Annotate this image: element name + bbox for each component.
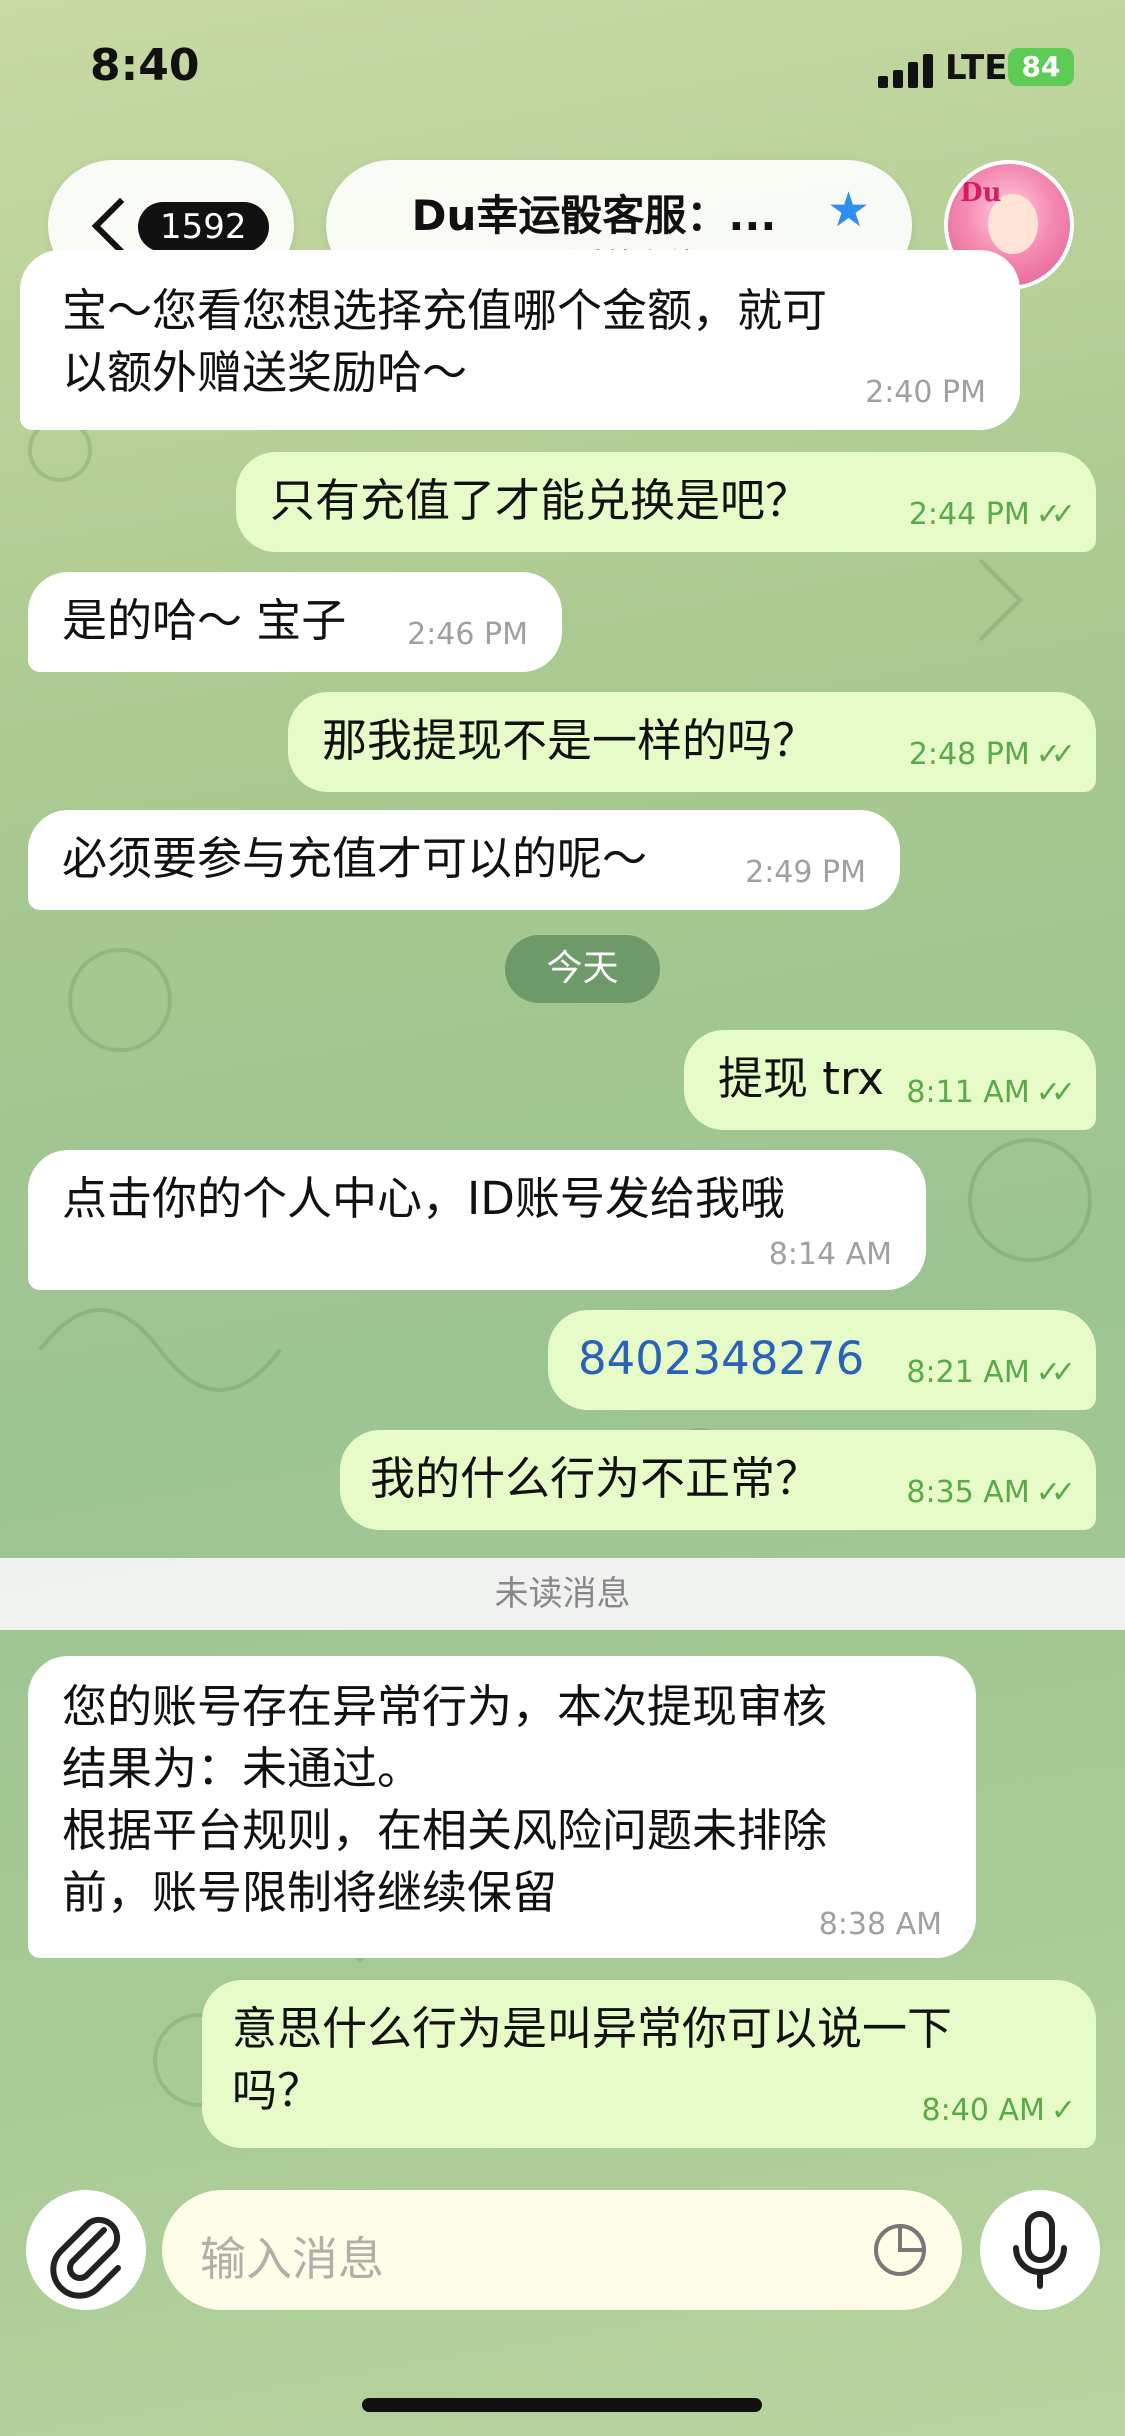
- message-text: 宝～您看您想选择充值哪个金额，就可 以额外赠送奖励哈～: [62, 284, 828, 399]
- voice-record-button[interactable]: [980, 2190, 1100, 2310]
- message-time: 2:40 PM: [865, 375, 986, 410]
- message-text: 提现 trx: [718, 1052, 884, 1105]
- status-bar: 8:40 LTE 84: [0, 0, 1125, 135]
- message-incoming[interactable]: 宝～您看您想选择充值哪个金额，就可 以额外赠送奖励哈～ 2:40 PM: [20, 250, 1020, 430]
- sticker-icon[interactable]: [872, 2222, 928, 2278]
- message-time: 2:44 PM ✓✓: [908, 497, 1076, 532]
- message-text: 是的哈～ 宝子: [62, 594, 347, 647]
- home-indicator: [362, 2398, 762, 2412]
- read-checks-icon: ✓✓: [1035, 737, 1076, 772]
- avatar-logo: Du: [960, 178, 1002, 208]
- message-time: 8:35 AM ✓✓: [906, 1475, 1076, 1510]
- message-text: 我的什么行为不正常？: [370, 1452, 821, 1505]
- day-divider: 今天: [505, 935, 660, 1003]
- message-input-placeholder: 输入消息: [200, 2232, 384, 2286]
- message-time: 2:49 PM: [745, 855, 866, 890]
- network-label: LTE: [945, 48, 1008, 88]
- microphone-icon: [1013, 2211, 1067, 2289]
- message-text: 您的账号存在异常行为，本次提现审核 结果为：未通过。 根据平台规则，在相关风险问…: [62, 1680, 828, 1919]
- unread-count-badge: 1592: [138, 202, 269, 252]
- status-time: 8:40: [90, 40, 200, 91]
- message-time: 8:21 AM ✓✓: [906, 1355, 1076, 1390]
- read-checks-icon: ✓✓: [1035, 1475, 1076, 1510]
- message-time: 8:40 AM ✓: [921, 2093, 1077, 2128]
- star-icon: ★: [826, 182, 870, 238]
- message-input[interactable]: 输入消息: [162, 2190, 962, 2310]
- message-outgoing[interactable]: 只有充值了才能兑换是吧？ 2:44 PM ✓✓: [236, 452, 1096, 552]
- message-incoming[interactable]: 必须要参与充值才可以的呢～ 2:49 PM: [28, 810, 900, 910]
- attach-paperclip-icon: [50, 2216, 121, 2299]
- message-time: 2:46 PM: [407, 617, 528, 652]
- message-time: 8:38 AM: [818, 1907, 942, 1942]
- sent-check-icon: ✓: [1050, 2093, 1076, 2128]
- message-time: 8:11 AM ✓✓: [906, 1075, 1076, 1110]
- message-time: 2:48 PM ✓✓: [908, 737, 1076, 772]
- message-outgoing[interactable]: 提现 trx 8:11 AM ✓✓: [684, 1030, 1096, 1130]
- chat-name: Du幸运骰客服：...: [411, 191, 777, 240]
- message-phone-link[interactable]: 8402348276: [578, 1328, 864, 1390]
- message-text: 点击你的个人中心，ID账号发给我哦: [62, 1172, 785, 1225]
- read-checks-icon: ✓✓: [1035, 497, 1076, 532]
- message-text: 那我提现不是一样的吗？: [322, 714, 818, 767]
- message-incoming[interactable]: 点击你的个人中心，ID账号发给我哦 8:14 AM: [28, 1150, 926, 1290]
- message-time: 8:14 AM: [768, 1237, 892, 1272]
- read-checks-icon: ✓✓: [1035, 1355, 1076, 1390]
- message-outgoing[interactable]: 我的什么行为不正常？ 8:35 AM ✓✓: [340, 1430, 1096, 1530]
- message-outgoing[interactable]: 8402348276 8:21 AM ✓✓: [548, 1310, 1096, 1410]
- message-outgoing[interactable]: 意思什么行为是叫异常你可以说一下 吗？ 8:40 AM ✓: [202, 1980, 1096, 2148]
- signal-icon: [878, 52, 938, 88]
- message-outgoing[interactable]: 那我提现不是一样的吗？ 2:48 PM ✓✓: [288, 692, 1096, 792]
- read-checks-icon: ✓✓: [1035, 1075, 1076, 1110]
- message-incoming[interactable]: 您的账号存在异常行为，本次提现审核 结果为：未通过。 根据平台规则，在相关风险问…: [28, 1656, 976, 1958]
- message-incoming[interactable]: 是的哈～ 宝子 2:46 PM: [28, 572, 562, 672]
- attach-button[interactable]: [26, 2190, 146, 2310]
- message-text: 只有充值了才能兑换是吧？: [270, 474, 811, 527]
- message-text: 意思什么行为是叫异常你可以说一下 吗？: [232, 2002, 953, 2117]
- unread-divider: 未读消息: [0, 1558, 1125, 1630]
- message-text: 必须要参与充值才可以的呢～: [62, 832, 648, 885]
- battery-icon: 84: [1008, 48, 1074, 86]
